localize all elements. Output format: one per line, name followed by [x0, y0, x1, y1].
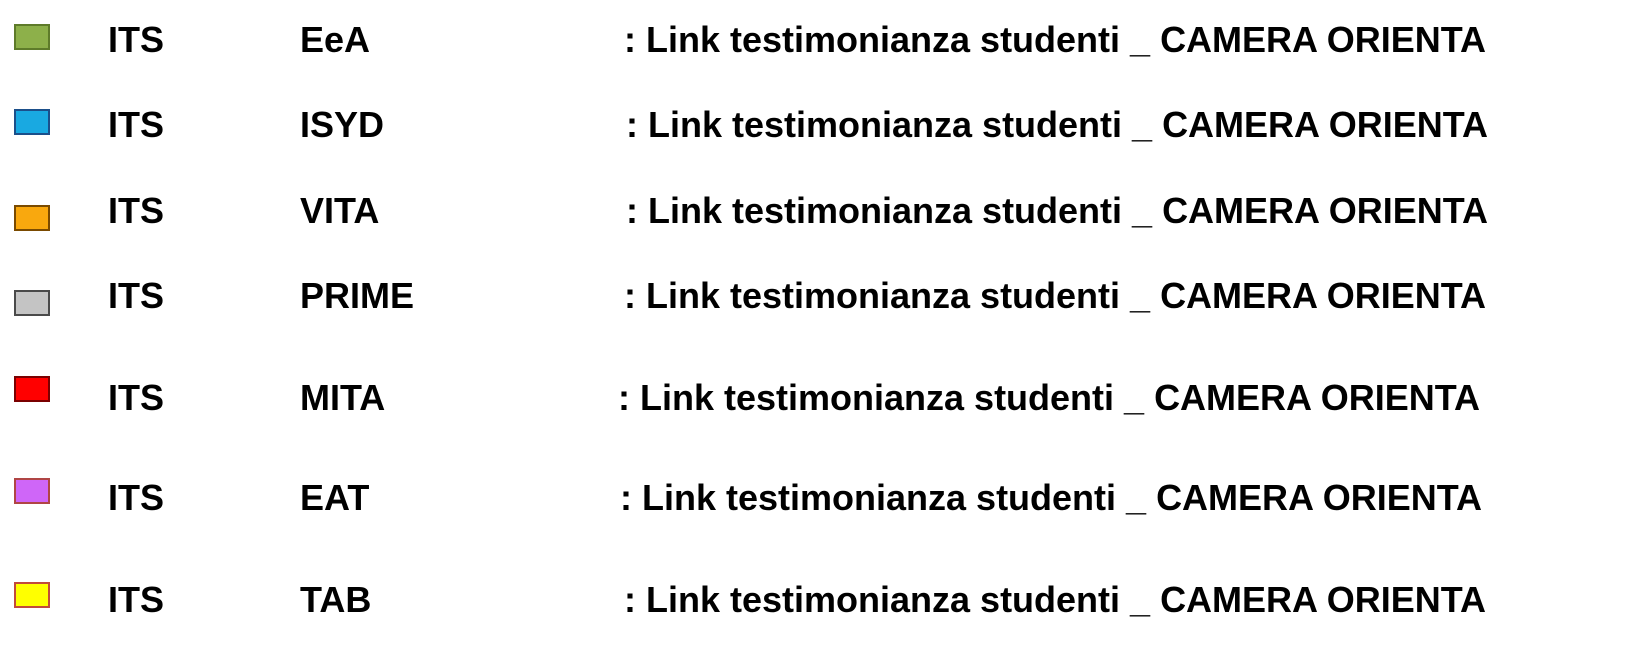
list-item-eat: ITS EAT : Link testimonianza studenti _ … — [0, 476, 1638, 520]
testimonial-link[interactable]: : Link testimonianza studenti _ CAMERA O… — [620, 476, 1482, 520]
color-swatch-icon — [14, 205, 50, 231]
list-item-vita: ITS VITA : Link testimonianza studenti _… — [0, 189, 1638, 233]
program-code: VITA — [300, 190, 380, 231]
its-prefix: ITS — [108, 377, 165, 418]
testimonial-link[interactable]: : Link testimonianza studenti _ CAMERA O… — [624, 18, 1486, 62]
color-swatch-icon — [14, 376, 50, 402]
color-swatch-icon — [14, 478, 50, 504]
program-code: MITA — [300, 377, 386, 418]
list-item-tab: ITS TAB : Link testimonianza studenti _ … — [0, 578, 1638, 622]
its-prefix: ITS — [108, 275, 165, 316]
testimonial-link[interactable]: : Link testimonianza studenti _ CAMERA O… — [624, 274, 1486, 318]
list-item-eea: ITS EeA : Link testimonianza studenti _ … — [0, 18, 1638, 62]
its-prefix: ITS — [108, 19, 165, 60]
color-swatch-icon — [14, 109, 50, 135]
program-code: TAB — [300, 579, 372, 620]
color-swatch-icon — [14, 24, 50, 50]
list-item-mita: ITS MITA : Link testimonianza studenti _… — [0, 376, 1638, 420]
program-code: EeA — [300, 19, 371, 60]
program-code: PRIME — [300, 275, 415, 316]
color-swatch-icon — [14, 582, 50, 608]
program-code: EAT — [300, 477, 370, 518]
list-item-prime: ITS PRIME : Link testimonianza studenti … — [0, 274, 1638, 318]
program-code: ISYD — [300, 104, 385, 145]
its-prefix: ITS — [108, 104, 165, 145]
color-swatch-icon — [14, 290, 50, 316]
its-prefix: ITS — [108, 477, 165, 518]
list-item-isyd: ITS ISYD : Link testimonianza studenti _… — [0, 103, 1638, 147]
its-prefix: ITS — [108, 190, 165, 231]
testimonial-link[interactable]: : Link testimonianza studenti _ CAMERA O… — [626, 189, 1488, 233]
testimonial-link[interactable]: : Link testimonianza studenti _ CAMERA O… — [618, 376, 1480, 420]
its-prefix: ITS — [108, 579, 165, 620]
testimonial-link[interactable]: : Link testimonianza studenti _ CAMERA O… — [626, 103, 1488, 147]
testimonial-link[interactable]: : Link testimonianza studenti _ CAMERA O… — [624, 578, 1486, 622]
